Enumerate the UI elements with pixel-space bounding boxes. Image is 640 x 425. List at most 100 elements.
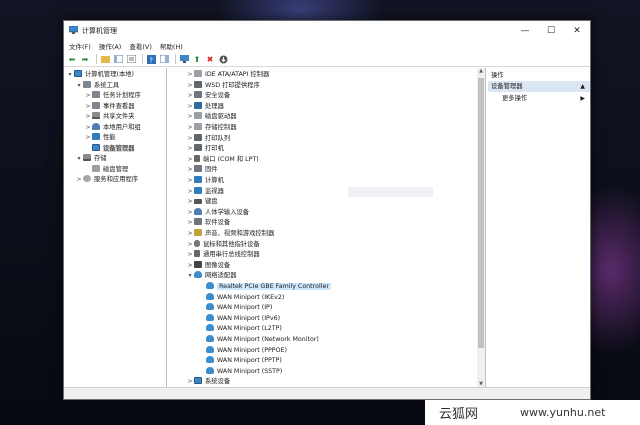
expand-toggle-icon[interactable]: > <box>186 123 194 133</box>
expand-toggle-icon[interactable]: > <box>186 144 194 154</box>
help-icon[interactable]: ? <box>146 54 156 64</box>
more-actions-item[interactable]: 更多操作 ▶ <box>502 93 590 104</box>
device-category[interactable]: > 软件设备 <box>186 218 230 228</box>
device-category[interactable]: ▾ 网络适配器 <box>186 271 236 281</box>
expand-toggle-icon[interactable]: > <box>186 102 194 112</box>
expand-toggle-icon[interactable]: > <box>75 175 83 185</box>
device-entry[interactable]: WAN Miniport (IKEv2) <box>198 292 284 303</box>
device-category[interactable]: > 安全设备 <box>186 91 230 101</box>
tree-item[interactable]: ▾ 存储 <box>75 154 107 164</box>
expand-toggle-icon[interactable]: > <box>84 91 92 101</box>
device-category[interactable]: > 系统设备 <box>186 377 230 387</box>
minimize-button[interactable]: — <box>512 21 538 40</box>
tree-item[interactable]: > 共享文件夹 <box>84 112 134 122</box>
tree-item[interactable]: > 事件查看器 <box>84 101 134 112</box>
vertical-scrollbar[interactable]: ▲ ▼ <box>477 68 485 387</box>
expand-toggle-icon[interactable]: > <box>84 123 92 133</box>
device-entry[interactable]: WAN Miniport (SSTP) <box>198 366 282 377</box>
expand-toggle-icon[interactable]: > <box>186 165 194 175</box>
tree-item[interactable]: 设备管理器 <box>84 143 135 154</box>
device-category[interactable]: > 计算机 <box>186 176 224 186</box>
expand-toggle-icon[interactable]: > <box>186 250 194 260</box>
device-category[interactable]: > 监视器 <box>186 186 224 197</box>
back-arrow-icon[interactable]: ⬅ <box>67 54 77 64</box>
expand-toggle-icon[interactable]: > <box>186 81 194 91</box>
tree-item[interactable]: > 本地用户和组 <box>84 122 141 133</box>
menu-view[interactable]: 查看(V) <box>129 41 152 51</box>
folder-up-icon[interactable] <box>100 54 110 64</box>
device-category[interactable]: > 打印队列 <box>186 133 230 144</box>
close-button[interactable]: ✕ <box>564 21 590 40</box>
actions-pane: 操作 设备管理器 ▲ 更多操作 ▶ <box>488 68 590 387</box>
menu-action[interactable]: 操作(A) <box>99 41 122 51</box>
device-category[interactable]: > 鼠标和其他指针设备 <box>186 239 260 250</box>
expand-toggle-icon[interactable]: > <box>84 102 92 112</box>
cam-icon <box>194 260 202 268</box>
menu-help[interactable]: 帮助(H) <box>160 41 183 51</box>
expand-toggle-icon[interactable]: > <box>186 218 194 228</box>
expand-toggle-icon[interactable]: > <box>186 155 194 165</box>
device-entry[interactable]: WAN Miniport (IP) <box>198 303 272 313</box>
expand-toggle-icon[interactable]: > <box>186 377 194 387</box>
forward-arrow-icon[interactable]: ➡ <box>80 54 90 64</box>
menu-file[interactable]: 文件(F) <box>69 41 91 51</box>
expand-toggle-icon[interactable]: > <box>186 70 194 80</box>
device-category[interactable]: > 端口 (COM 和 LPT) <box>186 154 259 165</box>
pc-icon <box>74 70 82 77</box>
expand-toggle-icon[interactable]: > <box>186 112 194 122</box>
monitor-icon[interactable] <box>179 54 189 64</box>
scroll-up-icon[interactable]: ▲ <box>477 68 485 74</box>
expand-toggle-icon[interactable]: > <box>186 176 194 186</box>
device-entry[interactable]: WAN Miniport (PPTP) <box>198 356 282 366</box>
scrollbar-thumb[interactable] <box>478 78 484 348</box>
tree-item[interactable]: 磁盘管理 <box>84 164 128 175</box>
device-entry[interactable]: WAN Miniport (L2TP) <box>198 324 282 334</box>
expand-toggle-icon[interactable]: > <box>186 261 194 271</box>
device-category[interactable]: > 处理器 <box>186 101 224 112</box>
expand-toggle-icon[interactable]: ▾ <box>75 81 83 91</box>
device-category[interactable]: > 固件 <box>186 165 218 175</box>
expand-toggle-icon[interactable]: ▾ <box>66 70 74 80</box>
device-category[interactable]: > 图像设备 <box>186 260 230 271</box>
device-entry[interactable]: WAN Miniport (Network Monitor) <box>198 335 319 345</box>
device-category[interactable]: > 打印机 <box>186 144 224 154</box>
actions-section-title[interactable]: 设备管理器 ▲ <box>488 81 590 92</box>
device-category[interactable]: > 声音、视频和游戏控制器 <box>186 229 274 239</box>
device-category[interactable]: > 人体学输入设备 <box>186 207 249 218</box>
device-entry[interactable]: WAN Miniport (PPPOE) <box>198 345 287 356</box>
expand-toggle-icon[interactable]: > <box>186 91 194 101</box>
expand-toggle-icon[interactable]: > <box>186 187 194 197</box>
tree-item[interactable]: ▾ 计算机管理(本地) <box>66 70 134 80</box>
device-category[interactable]: > 通用串行总线控制器 <box>186 250 260 260</box>
properties-icon[interactable] <box>126 54 136 64</box>
expand-toggle-icon[interactable]: ▾ <box>75 154 83 164</box>
tree-item[interactable]: > 性能 <box>84 133 116 143</box>
expand-toggle-icon[interactable]: > <box>186 208 194 218</box>
expand-toggle-icon[interactable]: > <box>84 133 92 143</box>
maximize-button[interactable]: ☐ <box>538 21 564 40</box>
console-tree-icon[interactable] <box>113 54 123 64</box>
collapse-triangle-icon[interactable]: ▲ <box>580 81 585 92</box>
view-icon[interactable] <box>159 54 169 64</box>
device-category[interactable]: > WSD 打印提供程序 <box>186 80 260 91</box>
expand-toggle-icon[interactable]: > <box>84 112 92 122</box>
device-entry[interactable]: WAN Miniport (IPv6) <box>198 313 280 324</box>
device-category[interactable]: > IDE ATA/ATAPI 控制器 <box>186 70 269 80</box>
uninstall-device-icon[interactable]: ✖ <box>205 54 215 64</box>
expand-toggle-icon[interactable]: > <box>186 229 194 239</box>
device-category[interactable]: > 键盘 <box>186 197 217 207</box>
tree-item[interactable]: > 任务计划程序 <box>84 91 141 101</box>
device-category[interactable]: > 存储控制器 <box>186 123 236 133</box>
expand-toggle-icon[interactable]: > <box>186 134 194 144</box>
tree-item[interactable]: > 服务和应用程序 <box>75 175 138 185</box>
expand-toggle-icon[interactable]: > <box>186 240 194 250</box>
expand-toggle-icon[interactable]: > <box>186 197 194 207</box>
expand-toggle-icon[interactable]: ▾ <box>186 271 194 281</box>
tree-item[interactable]: ▾ 系统工具 <box>75 80 119 91</box>
update-driver-icon[interactable] <box>218 54 228 64</box>
device-entry[interactable]: Realtek PCIe GBE Family Controller <box>198 282 331 292</box>
enable-device-icon[interactable]: ⬆ <box>192 54 202 64</box>
title-bar[interactable]: 计算机管理 — ☐ ✕ <box>64 21 590 40</box>
pc-icon <box>194 377 202 385</box>
device-category[interactable]: > 磁盘驱动器 <box>186 112 236 122</box>
